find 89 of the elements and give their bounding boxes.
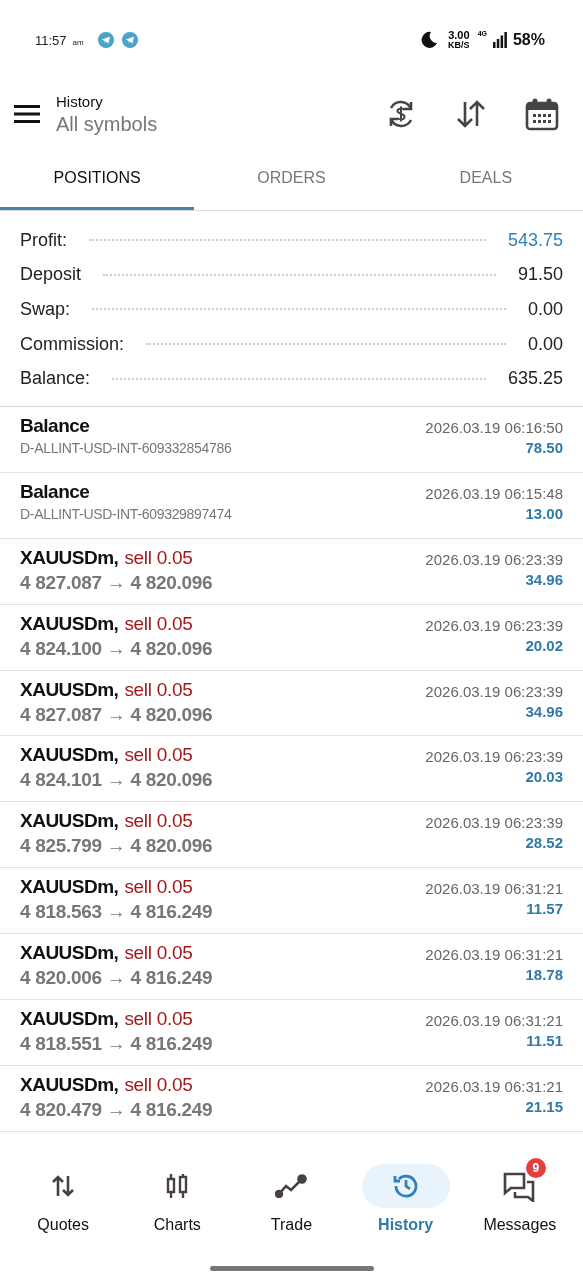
trade-side-volume: sell 0.05 (124, 1073, 193, 1096)
tab[interactable]: DEALS (388, 148, 583, 210)
profit-value: 11.51 (526, 1032, 563, 1049)
timestamp: 2026.03.19 06:31:21 (425, 946, 563, 964)
speed-unit: KB/S (448, 41, 470, 50)
operation-comment: D-ALLINT-USD-INT-609329897474 (20, 505, 232, 522)
calendar-icon[interactable] (525, 97, 559, 131)
price-range: 4 820.479 → 4 816.249 (20, 1098, 213, 1121)
summary-value: 0.00 (527, 299, 563, 320)
price-range: 4 820.006 → 4 816.249 (20, 967, 213, 990)
profit-value: 28.52 (525, 834, 563, 852)
timestamp: 2026.03.19 06:23:39 (425, 550, 563, 568)
operation-type: Balance (20, 480, 91, 503)
tab[interactable]: ORDERS (194, 148, 389, 210)
price-range: 4 818.551 → 4 816.249 (20, 1033, 213, 1055)
nav-item[interactable]: Charts (123, 1153, 232, 1250)
status-ampm: am (72, 37, 84, 47)
summary-value: 91.50 (517, 264, 563, 286)
trade-side-volume: sell 0.05 (124, 678, 193, 701)
price-range: 4 818.563 → 4 816.249 (20, 901, 213, 924)
paper-plane-icon (97, 32, 114, 48)
profit-value: 20.02 (525, 636, 563, 654)
summary-value: 635.25 (507, 368, 563, 390)
summary-label: Balance: (20, 368, 91, 390)
profit-value: 18.78 (525, 966, 563, 984)
symbol-name: XAUUSDm, (20, 1008, 119, 1030)
timestamp: 2026.03.19 06:31:21 (425, 880, 563, 898)
trade-side-volume: sell 0.05 (124, 810, 193, 833)
profit-value: 34.96 (525, 702, 563, 720)
timestamp: 2026.03.19 06:23:39 (425, 748, 563, 766)
timestamp: 2026.03.19 06:23:39 (425, 814, 563, 832)
symbol-name: XAUUSDm, (20, 612, 119, 635)
tab[interactable]: POSITIONS (0, 148, 195, 210)
summary-label: Swap: (20, 299, 71, 320)
nav-item[interactable]: 9 Messages (465, 1153, 574, 1250)
timestamp: 2026.03.19 06:23:39 (425, 682, 563, 700)
symbol-name: XAUUSDm, (20, 810, 119, 833)
timestamp: 2026.03.19 06:23:39 (425, 616, 563, 634)
profit-value: 21.15 (525, 1097, 563, 1115)
symbol-name: XAUUSDm, (20, 1073, 119, 1096)
timestamp: 2026.03.19 06:15:48 (425, 484, 563, 502)
symbol-name: XAUUSDm, (20, 546, 119, 569)
home-indicator[interactable] (209, 1265, 374, 1271)
profit-value: 20.03 (525, 768, 563, 786)
symbol-name: XAUUSDm, (20, 678, 119, 701)
nav-item[interactable]: History (351, 1153, 460, 1250)
summary-value: 543.75 (507, 229, 563, 251)
up-down-arrows-icon (50, 1173, 77, 1198)
trade-side-volume: sell 0.05 (124, 546, 193, 569)
trade-side-volume: sell 0.05 (124, 1008, 193, 1030)
nav-item[interactable]: Trade (237, 1153, 346, 1250)
paper-plane-icon (121, 32, 138, 48)
timestamp: 2026.03.19 06:31:21 (425, 1012, 563, 1029)
profit-value: 78.50 (525, 438, 563, 456)
unread-badge: 9 (525, 1157, 546, 1178)
profit-value: 13.00 (525, 504, 563, 522)
operation-type: Balance (20, 414, 91, 437)
trade-side-volume: sell 0.05 (124, 942, 193, 965)
trade-side-volume: sell 0.05 (124, 612, 193, 635)
summary-label: Profit: (20, 229, 67, 251)
sort-icon[interactable] (455, 98, 487, 130)
price-range: 4 825.799 → 4 820.096 (20, 835, 213, 858)
summary-label: Deposit (20, 264, 82, 286)
price-range: 4 824.100 → 4 820.096 (20, 637, 213, 660)
signal-icon (492, 32, 507, 48)
operation-comment: D-ALLINT-USD-INT-609332854786 (20, 439, 232, 456)
battery-level: 58% (512, 31, 545, 49)
menu-icon[interactable] (14, 104, 40, 124)
status-time: 11:57 (35, 32, 67, 48)
symbol-name: XAUUSDm, (20, 876, 119, 899)
screen-title: History (56, 92, 104, 110)
price-range: 4 824.101 → 4 820.096 (20, 769, 213, 792)
profit-value: 11.57 (526, 900, 563, 918)
profit-value: 34.96 (525, 570, 563, 588)
symbol-name: XAUUSDm, (20, 942, 119, 965)
network-speed: 3.00 (448, 30, 470, 41)
price-range: 4 827.087 → 4 820.096 (20, 571, 213, 594)
timestamp: 2026.03.19 06:31:21 (425, 1077, 563, 1095)
symbol-name: XAUUSDm, (20, 744, 119, 767)
moon-icon (420, 31, 439, 49)
nav-item[interactable]: Quotes (9, 1153, 118, 1250)
summary-label: Commission: (20, 333, 125, 355)
trade-side-volume: sell 0.05 (124, 876, 193, 899)
line-chart-icon (275, 1173, 308, 1198)
summary-value: 0.00 (527, 333, 563, 355)
symbol-filter[interactable]: All symbols (56, 112, 158, 136)
trade-side-volume: sell 0.05 (124, 744, 193, 767)
timestamp: 2026.03.19 06:16:50 (425, 418, 563, 436)
price-range: 4 827.087 → 4 820.096 (20, 703, 213, 726)
